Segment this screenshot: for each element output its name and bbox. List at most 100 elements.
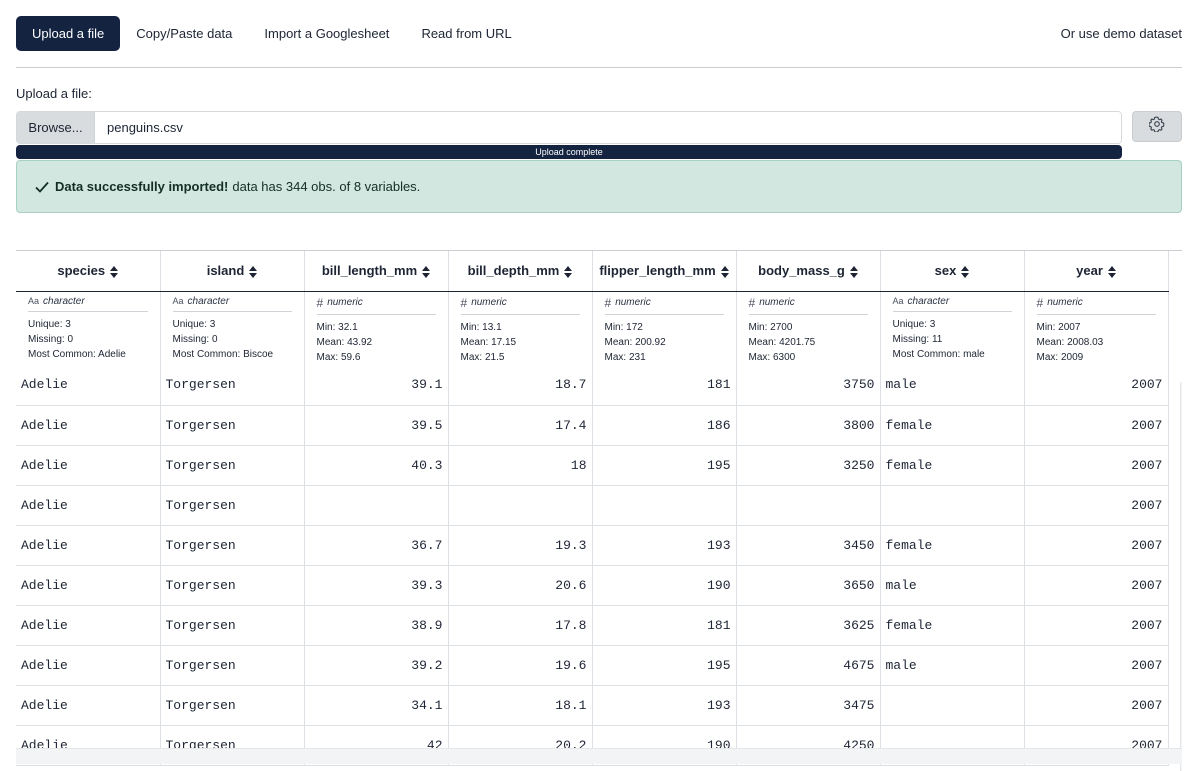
column-header-flipper-length-mm[interactable]: flipper_length_mm: [592, 251, 737, 292]
cell-year[interactable]: 2007: [1024, 645, 1169, 686]
cell-bill-length-mm[interactable]: 39.5: [304, 405, 449, 446]
table-row[interactable]: Adelie Torgersen 39.5 17.4 186 3800 female 2007: [16, 405, 1169, 446]
tab-read-url[interactable]: Read from URL: [405, 16, 527, 51]
cell-bill-length-mm[interactable]: 39.3: [304, 565, 449, 606]
cell-body-mass-g[interactable]: 3250: [736, 445, 881, 486]
cell-bill-length-mm[interactable]: 36.7: [304, 525, 449, 566]
table-row[interactable]: Adelie Torgersen 39.1 18.7 181 3750 male 2007: [16, 365, 1169, 406]
column-header-bill-depth-mm[interactable]: bill_depth_mm: [448, 251, 593, 292]
horizontal-scrollbar[interactable]: [16, 748, 1182, 764]
cell-species[interactable]: Adelie: [16, 525, 161, 566]
settings-button[interactable]: [1132, 111, 1182, 142]
cell-bill-length-mm[interactable]: 40.3: [304, 445, 449, 486]
sort-icon[interactable]: [110, 265, 119, 279]
cell-bill-depth-mm[interactable]: 19.3: [448, 525, 593, 566]
cell-sex[interactable]: [880, 485, 1025, 526]
column-header-bill-length-mm[interactable]: bill_length_mm: [304, 251, 449, 292]
cell-island[interactable]: Torgersen: [160, 445, 305, 486]
cell-year[interactable]: 2007: [1024, 445, 1169, 486]
vertical-scrollbar[interactable]: [1180, 382, 1182, 771]
cell-body-mass-g[interactable]: 3650: [736, 565, 881, 606]
browse-button[interactable]: Browse...: [17, 112, 95, 143]
cell-sex[interactable]: male: [880, 645, 1025, 686]
cell-bill-length-mm[interactable]: [304, 485, 449, 526]
cell-species[interactable]: Adelie: [16, 405, 161, 446]
cell-body-mass-g[interactable]: 3750: [736, 365, 881, 406]
file-input-group[interactable]: Browse... penguins.csv: [16, 111, 1122, 144]
cell-bill-length-mm[interactable]: 39.1: [304, 365, 449, 406]
cell-island[interactable]: Torgersen: [160, 565, 305, 606]
cell-bill-depth-mm[interactable]: 17.8: [448, 605, 593, 646]
cell-year[interactable]: 2007: [1024, 485, 1169, 526]
table-row[interactable]: Adelie Torgersen 39.2 19.6 195 4675 male 2007: [16, 645, 1169, 686]
table-row[interactable]: Adelie Torgersen 34.1 18.1 193 3475 2007: [16, 685, 1169, 726]
cell-flipper-length-mm[interactable]: 181: [592, 605, 737, 646]
cell-body-mass-g[interactable]: 3800: [736, 405, 881, 446]
sort-icon[interactable]: [849, 265, 858, 279]
cell-bill-depth-mm[interactable]: 19.6: [448, 645, 593, 686]
cell-year[interactable]: 2007: [1024, 685, 1169, 726]
cell-body-mass-g[interactable]: 4675: [736, 645, 881, 686]
cell-year[interactable]: 2007: [1024, 365, 1169, 406]
cell-flipper-length-mm[interactable]: 190: [592, 565, 737, 606]
cell-year[interactable]: 2007: [1024, 605, 1169, 646]
sort-icon[interactable]: [961, 265, 970, 279]
cell-body-mass-g[interactable]: [736, 485, 881, 526]
cell-island[interactable]: Torgersen: [160, 405, 305, 446]
sort-icon[interactable]: [564, 265, 573, 279]
cell-flipper-length-mm[interactable]: 186: [592, 405, 737, 446]
tab-googlesheet[interactable]: Import a Googlesheet: [248, 16, 405, 51]
cell-bill-depth-mm[interactable]: 18.1: [448, 685, 593, 726]
sort-icon[interactable]: [1107, 265, 1116, 279]
cell-flipper-length-mm[interactable]: 193: [592, 685, 737, 726]
cell-flipper-length-mm[interactable]: 195: [592, 445, 737, 486]
cell-body-mass-g[interactable]: 3475: [736, 685, 881, 726]
cell-flipper-length-mm[interactable]: 181: [592, 365, 737, 406]
cell-island[interactable]: Torgersen: [160, 645, 305, 686]
column-header-body-mass-g[interactable]: body_mass_g: [736, 251, 881, 292]
cell-island[interactable]: Torgersen: [160, 365, 305, 406]
cell-sex[interactable]: female: [880, 525, 1025, 566]
cell-island[interactable]: Torgersen: [160, 685, 305, 726]
cell-bill-depth-mm[interactable]: [448, 485, 593, 526]
tab-copy-paste[interactable]: Copy/Paste data: [120, 16, 248, 51]
cell-sex[interactable]: female: [880, 605, 1025, 646]
sort-icon[interactable]: [720, 265, 729, 279]
cell-body-mass-g[interactable]: 3625: [736, 605, 881, 646]
cell-body-mass-g[interactable]: 3450: [736, 525, 881, 566]
cell-flipper-length-mm[interactable]: 195: [592, 645, 737, 686]
cell-species[interactable]: Adelie: [16, 565, 161, 606]
cell-species[interactable]: Adelie: [16, 605, 161, 646]
cell-island[interactable]: Torgersen: [160, 605, 305, 646]
cell-bill-length-mm[interactable]: 38.9: [304, 605, 449, 646]
sort-icon[interactable]: [249, 265, 258, 279]
cell-species[interactable]: Adelie: [16, 645, 161, 686]
cell-island[interactable]: Torgersen: [160, 525, 305, 566]
table-row[interactable]: Adelie Torgersen 2007: [16, 485, 1169, 526]
cell-sex[interactable]: male: [880, 365, 1025, 406]
cell-sex[interactable]: female: [880, 445, 1025, 486]
table-row[interactable]: Adelie Torgersen 39.3 20.6 190 3650 male 2007: [16, 565, 1169, 606]
cell-species[interactable]: Adelie: [16, 685, 161, 726]
cell-year[interactable]: 2007: [1024, 525, 1169, 566]
cell-flipper-length-mm[interactable]: 193: [592, 525, 737, 566]
cell-flipper-length-mm[interactable]: [592, 485, 737, 526]
sort-icon[interactable]: [422, 265, 431, 279]
demo-dataset-link[interactable]: Or use demo dataset: [1045, 16, 1182, 51]
cell-sex[interactable]: [880, 685, 1025, 726]
cell-species[interactable]: Adelie: [16, 445, 161, 486]
cell-species[interactable]: Adelie: [16, 365, 161, 406]
table-row[interactable]: Adelie Torgersen 40.3 18 195 3250 female 2007: [16, 445, 1169, 486]
tab-upload-file[interactable]: Upload a file: [16, 16, 121, 51]
file-name-field[interactable]: penguins.csv: [95, 112, 1121, 143]
cell-bill-depth-mm[interactable]: 18.7: [448, 365, 593, 406]
cell-sex[interactable]: female: [880, 405, 1025, 446]
table-row[interactable]: Adelie Torgersen 36.7 19.3 193 3450 female 2007: [16, 525, 1169, 566]
cell-bill-depth-mm[interactable]: 17.4: [448, 405, 593, 446]
cell-bill-depth-mm[interactable]: 20.6: [448, 565, 593, 606]
cell-species[interactable]: Adelie: [16, 485, 161, 526]
column-header-species[interactable]: species: [16, 251, 161, 292]
table-row[interactable]: Adelie Torgersen 38.9 17.8 181 3625 female 2007: [16, 605, 1169, 646]
cell-sex[interactable]: male: [880, 565, 1025, 606]
cell-bill-depth-mm[interactable]: 18: [448, 445, 593, 486]
